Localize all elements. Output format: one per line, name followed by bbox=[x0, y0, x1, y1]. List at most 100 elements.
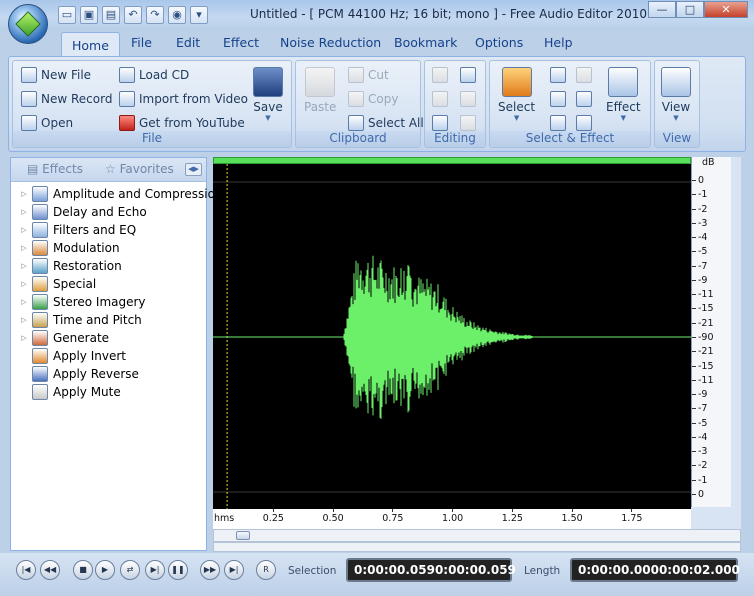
horizontal-scrollbar[interactable] bbox=[213, 529, 741, 542]
tree-item-apply-reverse[interactable]: Apply Reverse bbox=[11, 365, 139, 383]
tree-item-time-and-pitch[interactable]: ▷ Time and Pitch bbox=[11, 311, 142, 329]
normalize-icon[interactable] bbox=[550, 67, 566, 83]
open-icon[interactable]: ▭ bbox=[58, 6, 76, 24]
pause-icon[interactable]: ❚❚ bbox=[168, 560, 188, 580]
loop-icon[interactable]: ⇄ bbox=[120, 560, 140, 580]
graph-icon[interactable] bbox=[550, 91, 566, 107]
tab-edit[interactable]: Edit bbox=[176, 35, 200, 50]
save-icon[interactable]: ▣ bbox=[80, 6, 98, 24]
tree-item-amplitude-and-compression[interactable]: ▷ Amplitude and Compression bbox=[11, 185, 223, 203]
tab-home[interactable]: Home bbox=[61, 32, 120, 57]
expand-arrow-icon[interactable]: ▷ bbox=[19, 262, 29, 270]
trim-icon[interactable] bbox=[432, 91, 448, 107]
tree-item-label: Apply Reverse bbox=[53, 367, 139, 381]
undo-icon[interactable]: ↶ bbox=[124, 6, 142, 24]
overview-bar[interactable] bbox=[213, 157, 691, 164]
repeat-icon[interactable] bbox=[460, 115, 476, 131]
tree-item-stereo-imagery[interactable]: ▷ Stereo Imagery bbox=[11, 293, 146, 311]
tree-item-apply-invert[interactable]: Apply Invert bbox=[11, 347, 126, 365]
scroll-thumb[interactable] bbox=[236, 531, 250, 540]
get-youtube-button[interactable]: Get from YouTube bbox=[119, 115, 245, 131]
settings-icon[interactable] bbox=[576, 91, 592, 107]
tab-effect[interactable]: Effect bbox=[223, 35, 259, 50]
db-tick-label: -1 bbox=[698, 189, 708, 201]
expand-arrow-icon[interactable]: ▷ bbox=[19, 334, 29, 342]
load-cd-button[interactable]: Load CD bbox=[119, 67, 189, 83]
rewind-icon[interactable]: ◀◀ bbox=[40, 560, 60, 580]
tab-file[interactable]: File bbox=[131, 35, 152, 50]
expand-arrow-icon[interactable]: ▷ bbox=[19, 244, 29, 252]
tree-item-generate[interactable]: ▷ Generate bbox=[11, 329, 109, 347]
import-video-button[interactable]: Import from Video bbox=[119, 91, 248, 107]
chevron-down-icon[interactable]: ▾ bbox=[190, 6, 208, 24]
minimize-button[interactable]: — bbox=[648, 1, 676, 18]
tab-noise-reduction[interactable]: Noise Reduction bbox=[280, 35, 381, 50]
new-record-button[interactable]: New Record bbox=[21, 91, 112, 107]
transport-bar: |◀ ◀◀ ■ ▶ ⇄ ▶| ❚❚ ▶▶ ▶| R Selection 0:00:00.059 0… bbox=[0, 553, 754, 596]
editing-group-label: Editing bbox=[425, 131, 485, 147]
record-icon[interactable]: R bbox=[256, 560, 276, 580]
db-tick-label: -2 bbox=[698, 460, 708, 472]
modulation-icon bbox=[32, 240, 48, 256]
image-icon[interactable] bbox=[432, 115, 448, 131]
tab-effects[interactable]: ▤ Effects bbox=[27, 162, 83, 176]
tree-item-apply-mute[interactable]: Apply Mute bbox=[11, 383, 121, 401]
expand-arrow-icon[interactable]: ▷ bbox=[19, 226, 29, 234]
save-button[interactable]: Save ▼ bbox=[253, 67, 283, 122]
equalizer-icon[interactable] bbox=[550, 115, 566, 131]
go-start-icon[interactable]: |◀ bbox=[16, 560, 36, 580]
tree-item-modulation[interactable]: ▷ Modulation bbox=[11, 239, 120, 257]
paste-button[interactable]: Paste bbox=[304, 67, 336, 114]
view-group: View ▼ View bbox=[654, 60, 700, 148]
pcm-icon[interactable] bbox=[576, 115, 592, 131]
expand-arrow-icon[interactable]: ▷ bbox=[19, 298, 29, 306]
tree-item-special[interactable]: ▷ Special bbox=[11, 275, 96, 293]
waveform-area: dB 0 -1 -2 -3 -4 -5 -7 -9 -11 -15 -21 -90 -21 -15 -11 -9… bbox=[213, 157, 741, 529]
clipboard-group: Paste Cut Copy Select All Clipboard bbox=[295, 60, 424, 148]
undo-icon[interactable] bbox=[460, 67, 476, 83]
new-file-button[interactable]: New File bbox=[21, 67, 91, 83]
expand-arrow-icon[interactable]: ▷ bbox=[19, 280, 29, 288]
select-all-label: Select All bbox=[368, 116, 424, 130]
selection-label: Selection bbox=[288, 565, 337, 577]
redo-icon[interactable] bbox=[460, 91, 476, 107]
cut-button[interactable]: Cut bbox=[348, 67, 389, 83]
effect-button[interactable]: Effect ▼ bbox=[606, 67, 641, 122]
tab-bookmark[interactable]: Bookmark bbox=[394, 35, 457, 50]
fast-forward-icon[interactable]: ▶▶ bbox=[200, 560, 220, 580]
zoom-scrollbar[interactable] bbox=[213, 542, 741, 552]
select-all-button[interactable]: Select All bbox=[348, 115, 424, 131]
db-tick-label: -15 bbox=[698, 360, 714, 372]
db-tick-label: -5 bbox=[698, 246, 708, 258]
app-menu-button[interactable] bbox=[8, 4, 48, 44]
panel-scroll-arrows-icon[interactable]: ◀▶ bbox=[185, 163, 202, 176]
tab-favorites[interactable]: ☆ Favorites bbox=[105, 162, 174, 176]
load-cd-label: Load CD bbox=[139, 68, 190, 82]
close-button[interactable]: ✕ bbox=[704, 1, 748, 18]
tree-item-restoration[interactable]: ▷ Restoration bbox=[11, 257, 122, 275]
tree-item-delay-and-echo[interactable]: ▷ Delay and Echo bbox=[11, 203, 147, 221]
tab-help[interactable]: Help bbox=[544, 35, 573, 50]
delay-icon bbox=[32, 204, 48, 220]
expand-arrow-icon[interactable]: ▷ bbox=[19, 208, 29, 216]
play-icon[interactable]: ▶ bbox=[95, 560, 115, 580]
db-tick-label: -11 bbox=[698, 289, 714, 301]
lock-icon[interactable] bbox=[576, 67, 592, 83]
tree-item-filters-and-eq[interactable]: ▷ Filters and EQ bbox=[11, 221, 136, 239]
play-selection-icon[interactable]: ▶| bbox=[145, 560, 165, 580]
go-end-icon[interactable]: ▶| bbox=[224, 560, 244, 580]
stop-icon[interactable]: ■ bbox=[73, 560, 93, 580]
redo-icon[interactable]: ↷ bbox=[146, 6, 164, 24]
expand-arrow-icon[interactable]: ▷ bbox=[19, 190, 29, 198]
delete-icon[interactable] bbox=[432, 67, 448, 83]
save-as-icon[interactable]: ▤ bbox=[102, 6, 120, 24]
waveform-canvas[interactable] bbox=[213, 164, 691, 509]
open-button[interactable]: Open bbox=[21, 115, 73, 131]
copy-button[interactable]: Copy bbox=[348, 91, 398, 107]
expand-arrow-icon[interactable]: ▷ bbox=[19, 316, 29, 324]
tab-options[interactable]: Options bbox=[475, 35, 523, 50]
select-button[interactable]: Select ▼ bbox=[498, 67, 535, 122]
view-button[interactable]: View ▼ bbox=[661, 67, 691, 122]
maximize-button[interactable]: □ bbox=[676, 1, 704, 18]
cd-icon[interactable]: ◉ bbox=[168, 6, 186, 24]
